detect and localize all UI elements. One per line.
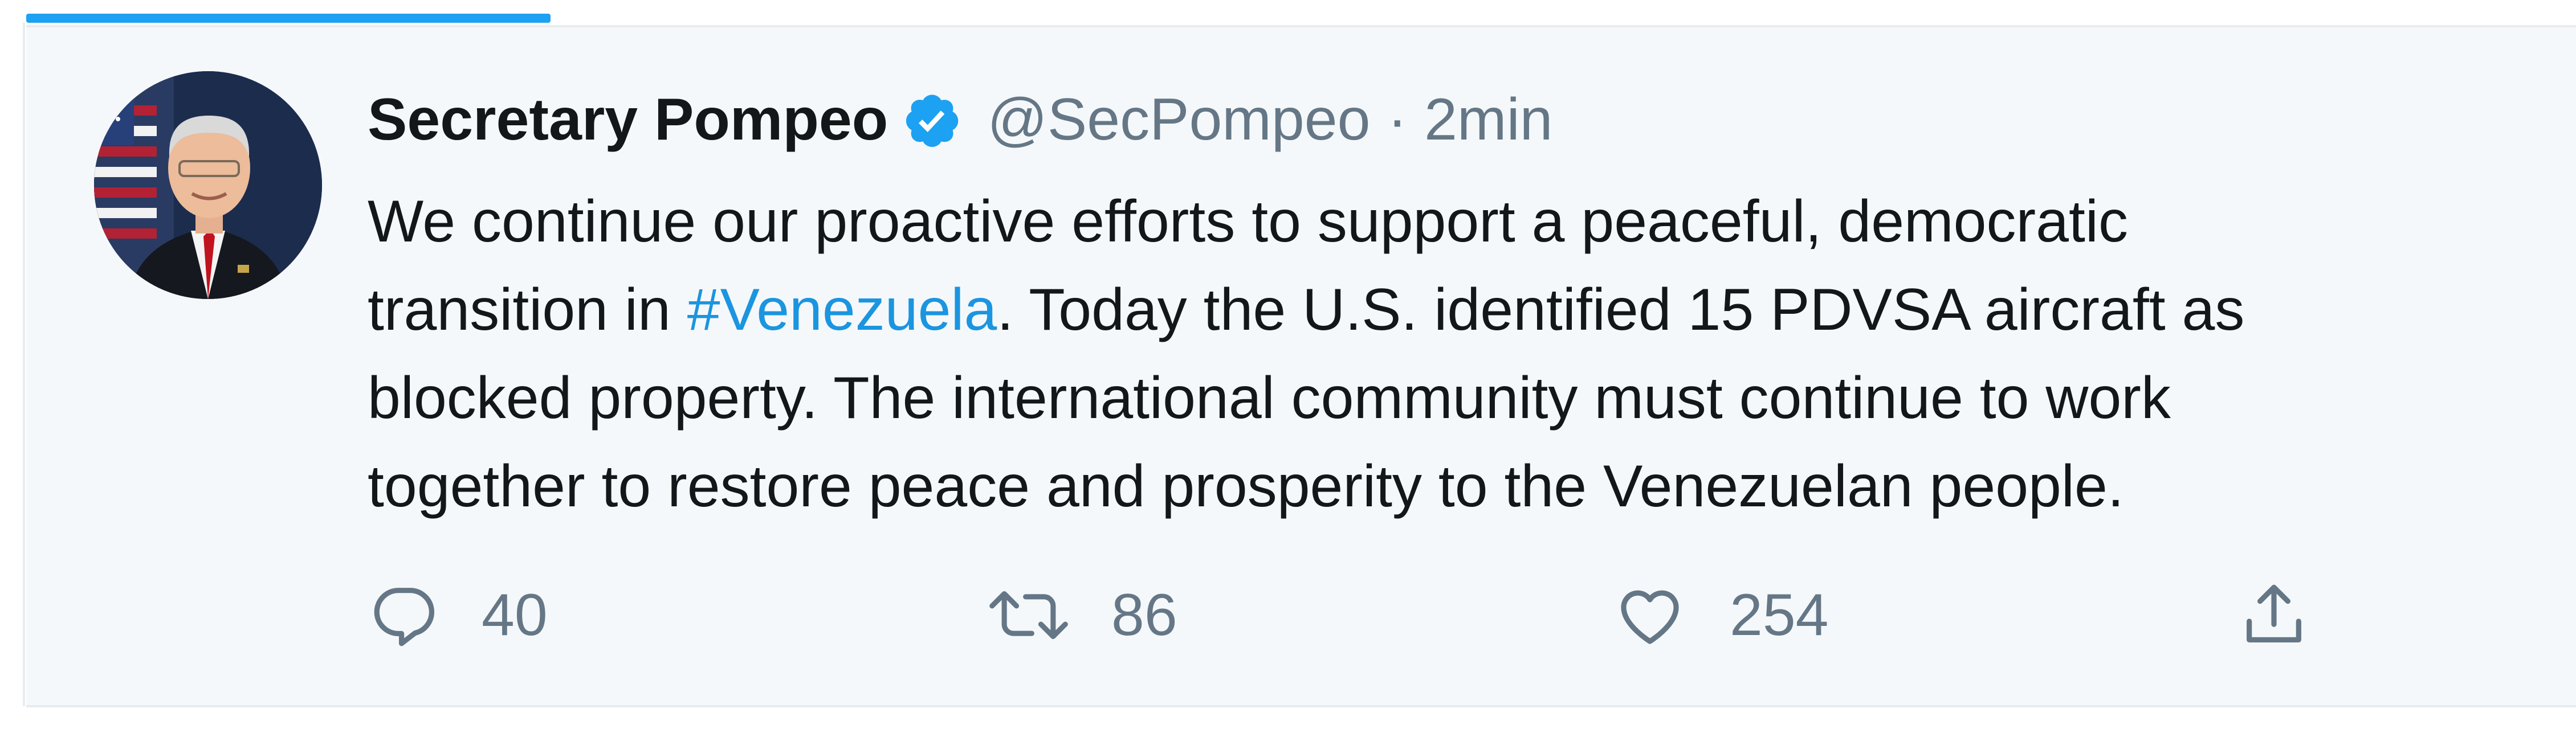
active-tab-indicator — [26, 14, 551, 23]
tweet-text-line-2: transition in #Venezuela. Today the U.S.… — [368, 266, 2522, 354]
share-button[interactable] — [2237, 572, 2311, 658]
like-button[interactable]: 254 — [1610, 572, 1829, 658]
reply-icon — [374, 588, 435, 646]
share-icon — [2247, 584, 2301, 642]
avatar[interactable] — [94, 71, 322, 299]
like-count: 254 — [1730, 581, 1829, 648]
retweet-count: 86 — [1111, 581, 1177, 648]
heart-icon — [1621, 590, 1679, 644]
twitter-timeline: Secretary Pompeo @SecPompeo · 2min We co… — [0, 0, 2576, 729]
tweet-text-line-4: together to restore peace and prosperity… — [368, 453, 2124, 519]
tweet-bottom-border — [26, 705, 2576, 707]
tweet-text: We continue our proactive efforts to sup… — [368, 178, 2522, 531]
author-name[interactable]: Secretary Pompeo — [368, 86, 888, 154]
column-border — [23, 23, 25, 706]
tweet-text-line-3: blocked property. The international comm… — [368, 365, 2171, 431]
retweet-button[interactable]: 86 — [986, 572, 1177, 658]
reply-count: 40 — [482, 581, 548, 648]
tweet-text-line-1: We continue our proactive efforts to sup… — [368, 189, 2128, 255]
reply-button[interactable]: 40 — [368, 572, 548, 658]
hashtag-link[interactable]: #Venezuela — [687, 277, 997, 343]
tweet-header: Secretary Pompeo @SecPompeo · 2min — [368, 80, 1553, 159]
retweet-icon — [989, 591, 1068, 640]
tweet-text-segment: transition in — [368, 277, 687, 343]
timestamp[interactable]: 2min — [1424, 86, 1552, 154]
verified-badge-icon — [900, 89, 962, 150]
author-handle[interactable]: @SecPompeo — [987, 86, 1370, 154]
tweet-text-segment: . Today the U.S. identified 15 PDVSA air… — [997, 277, 2245, 343]
header-separator: · — [1387, 86, 1408, 153]
